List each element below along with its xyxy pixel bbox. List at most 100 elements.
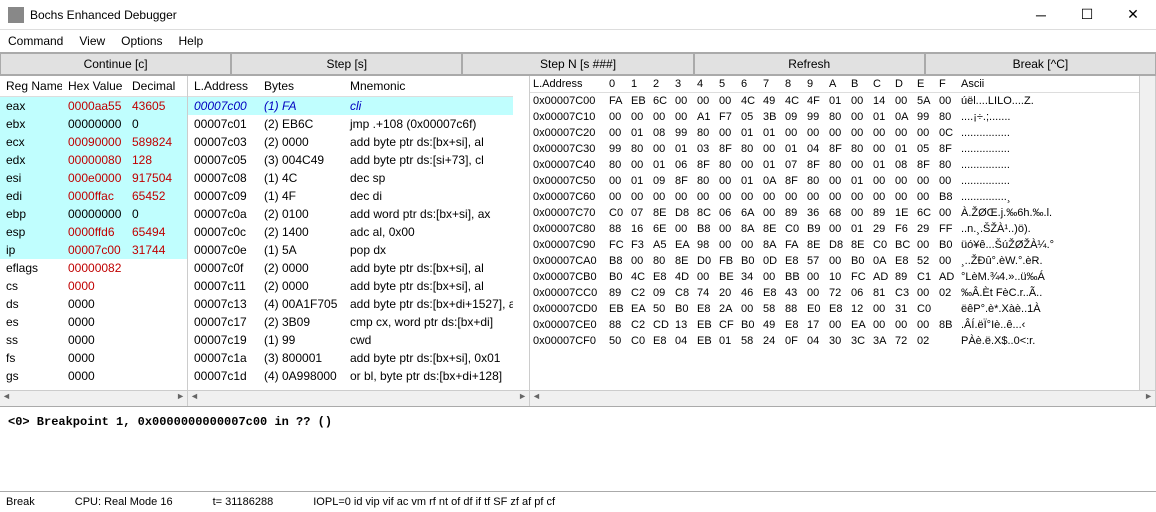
reg-row-gs[interactable]: gs0000 bbox=[0, 367, 187, 385]
reg-row-edi[interactable]: edi0000ffac65452 bbox=[0, 187, 187, 205]
mem-row[interactable]: 0x00007CA0B800808ED0FBB00DE85700B00AE852… bbox=[530, 253, 1139, 269]
reg-row-fs[interactable]: fs0000 bbox=[0, 349, 187, 367]
reg-name: edx bbox=[0, 151, 62, 169]
step-button[interactable]: Step [s] bbox=[231, 53, 462, 75]
reg-row-ebx[interactable]: ebx000000000 bbox=[0, 115, 187, 133]
stepn-button[interactable]: Step N [s ###] bbox=[462, 53, 693, 75]
mem-col[interactable]: 7 bbox=[760, 76, 782, 93]
mem-col[interactable]: Ascii bbox=[958, 76, 1139, 93]
mem-byte: 01 bbox=[716, 333, 738, 349]
continue-button[interactable]: Continue [c] bbox=[0, 53, 231, 75]
mem-col[interactable]: 6 bbox=[738, 76, 760, 93]
maximize-button[interactable]: ☐ bbox=[1064, 0, 1110, 30]
reg-col-name[interactable]: Reg Name bbox=[0, 76, 62, 97]
mem-row[interactable]: 0x00007CF050C0E804EB0158240F04303C3A7202… bbox=[530, 333, 1139, 349]
disasm-row[interactable]: 00007c0f(2) 0000add byte ptr ds:[bx+si],… bbox=[188, 259, 513, 277]
reg-row-eflags[interactable]: eflags00000082 bbox=[0, 259, 187, 277]
disasm-row[interactable]: 00007c03(2) 0000add byte ptr ds:[bx+si],… bbox=[188, 133, 513, 151]
disasm-row[interactable]: 00007c19(1) 99cwd bbox=[188, 331, 513, 349]
mem-col[interactable]: 5 bbox=[716, 76, 738, 93]
menu-view[interactable]: View bbox=[79, 34, 105, 48]
mem-col[interactable]: 4 bbox=[694, 76, 716, 93]
mem-col[interactable]: E bbox=[914, 76, 936, 93]
mem-row[interactable]: 0x00007C1000000000A1F7053B09998000010A99… bbox=[530, 109, 1139, 125]
disasm-row[interactable]: 00007c08(1) 4Cdec sp bbox=[188, 169, 513, 187]
reg-row-esp[interactable]: esp0000ffd665494 bbox=[0, 223, 187, 241]
reg-row-ip[interactable]: ip00007c0031744 bbox=[0, 241, 187, 259]
mem-byte: 72 bbox=[892, 333, 914, 349]
disasm-row[interactable]: 00007c0e(1) 5Apop dx bbox=[188, 241, 513, 259]
reg-row-ds[interactable]: ds0000 bbox=[0, 295, 187, 313]
mem-col[interactable]: C bbox=[870, 76, 892, 93]
mem-col[interactable]: 3 bbox=[672, 76, 694, 93]
disasm-row[interactable]: 00007c13(4) 00A1F705add byte ptr ds:[bx+… bbox=[188, 295, 513, 313]
mem-byte: E8 bbox=[782, 253, 804, 269]
disasm-row[interactable]: 00007c00(1) FAcli bbox=[188, 97, 513, 116]
reg-row-esi[interactable]: esi000e0000917504 bbox=[0, 169, 187, 187]
close-button[interactable]: ✕ bbox=[1110, 0, 1156, 30]
reg-col-dec[interactable]: Decimal bbox=[126, 76, 187, 97]
mem-col[interactable]: 9 bbox=[804, 76, 826, 93]
reg-row-ecx[interactable]: ecx00090000589824 bbox=[0, 133, 187, 151]
menu-help[interactable]: Help bbox=[179, 34, 204, 48]
disasm-row[interactable]: 00007c11(2) 0000add byte ptr ds:[bx+si],… bbox=[188, 277, 513, 295]
disasm-row[interactable]: 00007c0a(2) 0100add word ptr ds:[bx+si],… bbox=[188, 205, 513, 223]
mem-byte: EB bbox=[694, 333, 716, 349]
reg-dec bbox=[126, 331, 187, 349]
mem-row[interactable]: 0x00007C20000108998000010100000000000000… bbox=[530, 125, 1139, 141]
mem-row[interactable]: 0x00007CE088C2CD13EBCFB049E81700EA000000… bbox=[530, 317, 1139, 333]
mem-vscroll[interactable] bbox=[1139, 76, 1155, 390]
mem-row[interactable]: 0x00007CC089C209C8742046E84300720681C300… bbox=[530, 285, 1139, 301]
mem-byte: 46 bbox=[738, 285, 760, 301]
minimize-button[interactable]: ─ bbox=[1018, 0, 1064, 30]
reg-row-eax[interactable]: eax0000aa5543605 bbox=[0, 97, 187, 116]
mem-byte: 89 bbox=[606, 285, 628, 301]
mem-col[interactable]: 8 bbox=[782, 76, 804, 93]
mem-col[interactable]: D bbox=[892, 76, 914, 93]
refresh-button[interactable]: Refresh bbox=[694, 53, 925, 75]
mem-byte: 00 bbox=[804, 189, 826, 205]
mem-row[interactable]: 0x00007C60000000000000000000000000000000… bbox=[530, 189, 1139, 205]
disasm-row[interactable]: 00007c05(3) 004C49add byte ptr ds:[si+73… bbox=[188, 151, 513, 169]
disasm-row[interactable]: 00007c1a(3) 800001add byte ptr ds:[bx+si… bbox=[188, 349, 513, 367]
mem-col[interactable]: 0 bbox=[606, 76, 628, 93]
disasm-row[interactable]: 00007c0c(2) 1400adc al, 0x00 bbox=[188, 223, 513, 241]
mem-hscroll[interactable] bbox=[530, 390, 1155, 406]
reg-row-ss[interactable]: ss0000 bbox=[0, 331, 187, 349]
mem-col[interactable]: F bbox=[936, 76, 958, 93]
reg-row-ebp[interactable]: ebp000000000 bbox=[0, 205, 187, 223]
dis-col-addr[interactable]: L.Address bbox=[188, 76, 258, 97]
disasm-row[interactable]: 00007c1d(4) 0A998000or bl, byte ptr ds:[… bbox=[188, 367, 513, 385]
dis-col-bytes[interactable]: Bytes bbox=[258, 76, 344, 97]
mem-byte: E8 bbox=[650, 333, 672, 349]
regs-hscroll[interactable] bbox=[0, 390, 187, 406]
mem-row[interactable]: 0x00007C40800001068F800001078F800001088F… bbox=[530, 157, 1139, 173]
mem-byte: 88 bbox=[782, 301, 804, 317]
mem-col[interactable]: 2 bbox=[650, 76, 672, 93]
mem-row[interactable]: 0x00007CD0EBEA50B0E82A005888E0E8120031C0… bbox=[530, 301, 1139, 317]
mem-row[interactable]: 0x00007C70C0078ED88C066A0089366800891E6C… bbox=[530, 205, 1139, 221]
dis-hscroll[interactable] bbox=[188, 390, 529, 406]
mem-row[interactable]: 0x00007C90FCF3A5EA9800008AFA8ED88EC0BC00… bbox=[530, 237, 1139, 253]
mem-row[interactable]: 0x00007C3099800001038F800001048F80000105… bbox=[530, 141, 1139, 157]
mem-col[interactable]: B bbox=[848, 76, 870, 93]
dis-col-mnem[interactable]: Mnemonic bbox=[344, 76, 513, 97]
disasm-row[interactable]: 00007c01(2) EB6Cjmp .+108 (0x00007c6f) bbox=[188, 115, 513, 133]
mem-col[interactable]: 1 bbox=[628, 76, 650, 93]
disasm-row[interactable]: 00007c17(2) 3B09cmp cx, word ptr ds:[bx+… bbox=[188, 313, 513, 331]
reg-row-cs[interactable]: cs0000 bbox=[0, 277, 187, 295]
mem-row[interactable]: 0x00007C00FAEB6C0000004C494C4F010014005A… bbox=[530, 93, 1139, 110]
reg-col-hex[interactable]: Hex Value bbox=[62, 76, 126, 97]
reg-row-es[interactable]: es0000 bbox=[0, 313, 187, 331]
disasm-row[interactable]: 00007c09(1) 4Fdec di bbox=[188, 187, 513, 205]
mem-col[interactable]: A bbox=[826, 76, 848, 93]
break-button[interactable]: Break [^C] bbox=[925, 53, 1156, 75]
menu-command[interactable]: Command bbox=[8, 34, 63, 48]
menu-options[interactable]: Options bbox=[121, 34, 162, 48]
dis-bytes: (4) 0A998000 bbox=[258, 367, 344, 385]
mem-row[interactable]: 0x00007C500001098F8000010A8F800001000000… bbox=[530, 173, 1139, 189]
reg-row-edx[interactable]: edx00000080128 bbox=[0, 151, 187, 169]
mem-row[interactable]: 0x00007CB0B04CE84D00BE3400BB0010FCAD89C1… bbox=[530, 269, 1139, 285]
mem-col[interactable]: L.Address bbox=[530, 76, 606, 93]
mem-row[interactable]: 0x00007C8088166E00B8008A8EC0B9000129F629… bbox=[530, 221, 1139, 237]
